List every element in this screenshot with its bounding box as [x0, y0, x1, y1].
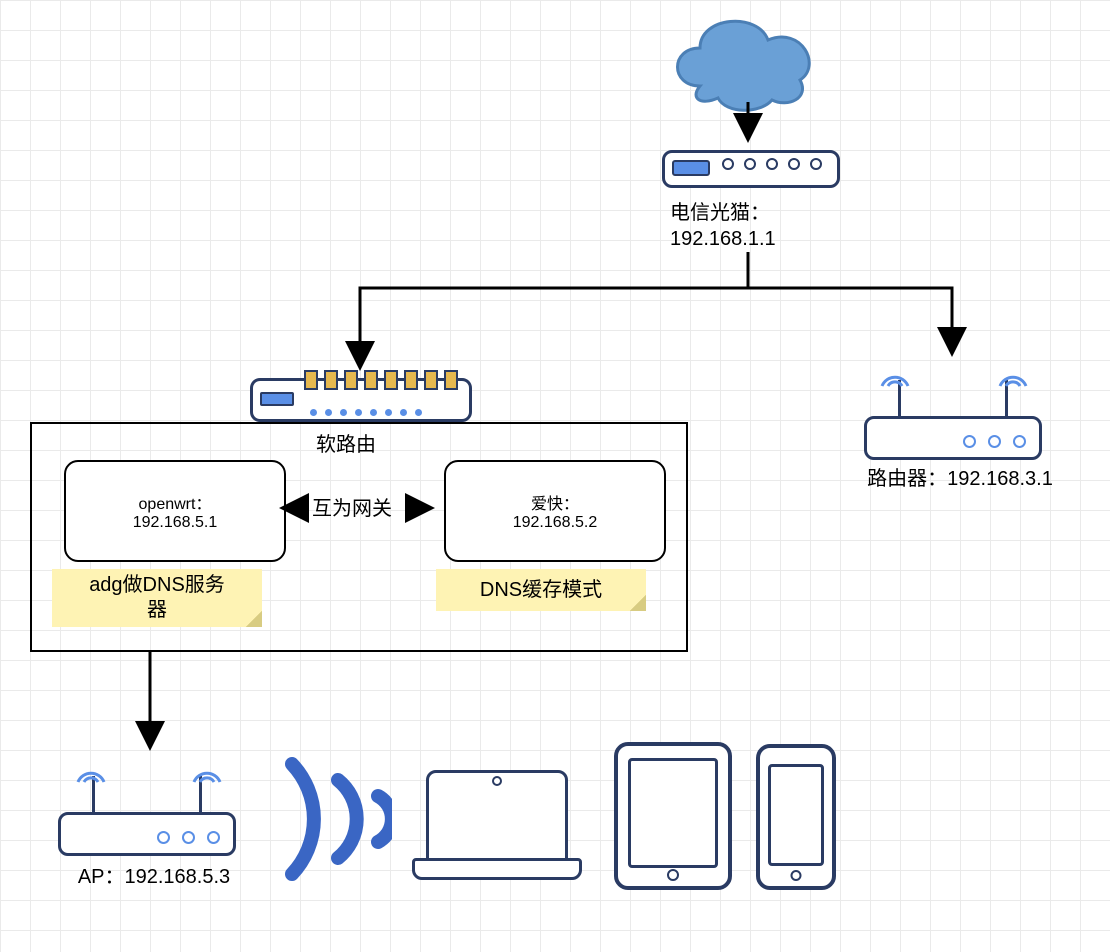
connections-overlay — [0, 0, 1110, 952]
diagram-canvas: 电信光猫： 192.168.1.1 软路由 openwrt： 192.168.5… — [0, 0, 1110, 952]
